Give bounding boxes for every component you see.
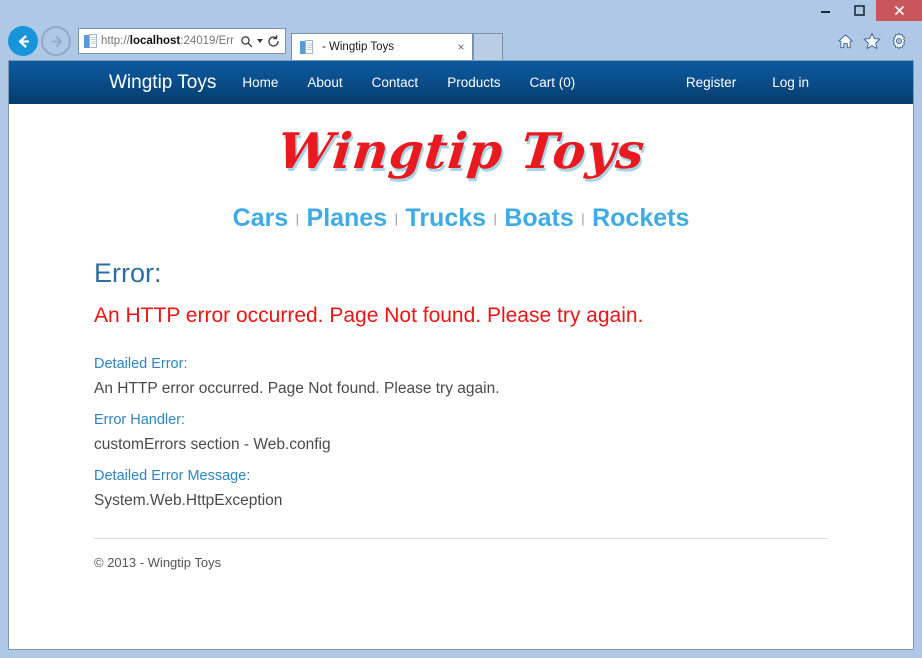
site-footer: © 2013 - Wingtip Toys xyxy=(9,539,913,570)
tab-title: - Wingtip Toys xyxy=(322,41,454,53)
site-brand[interactable]: Wingtip Toys xyxy=(109,72,216,94)
refresh-icon[interactable] xyxy=(267,35,280,48)
gear-icon[interactable] xyxy=(890,32,908,50)
home-icon[interactable] xyxy=(837,33,854,50)
category-separator: | xyxy=(493,211,496,226)
page-title: Error: xyxy=(94,257,828,291)
maximize-button[interactable] xyxy=(842,0,876,21)
new-tab-button[interactable] xyxy=(473,33,503,60)
toolbar-right-icons xyxy=(837,32,916,50)
page-icon xyxy=(84,34,97,49)
page-viewport: Wingtip Toys Home About Contact Products… xyxy=(8,60,914,650)
forward-arrow-icon xyxy=(49,34,64,49)
category-link-planes[interactable]: Planes xyxy=(307,204,388,232)
nav-item-products[interactable]: Products xyxy=(447,75,500,90)
minimize-button[interactable] xyxy=(808,0,842,21)
error-content: Error: An HTTP error occurred. Page Not … xyxy=(9,239,913,510)
category-separator: | xyxy=(395,211,398,226)
nav-item-register[interactable]: Register xyxy=(686,75,736,90)
close-button[interactable] xyxy=(876,0,922,21)
nav-item-login[interactable]: Log in xyxy=(772,75,809,90)
chevron-down-icon[interactable] xyxy=(257,39,263,43)
star-icon[interactable] xyxy=(863,32,881,50)
site-navbar: Wingtip Toys Home About Contact Products… xyxy=(9,61,913,104)
category-link-cars[interactable]: Cars xyxy=(233,204,289,232)
category-separator: | xyxy=(581,211,584,226)
category-links: Cars | Planes | Trucks | Boats | Rockets xyxy=(9,182,913,239)
detail-label-detailed-error: Detailed Error: xyxy=(94,356,828,372)
nav-item-about[interactable]: About xyxy=(307,75,342,90)
error-message: An HTTP error occurred. Page Not found. … xyxy=(94,303,828,328)
tab-strip: - Wingtip Toys × xyxy=(291,22,503,60)
title-bar xyxy=(0,0,922,22)
tab-close-icon[interactable]: × xyxy=(454,40,468,54)
detail-value-detailed-error: An HTTP error occurred. Page Not found. … xyxy=(94,380,828,398)
site-logo-container: Wingtip Toys xyxy=(9,104,913,182)
nav-item-cart[interactable]: Cart (0) xyxy=(529,75,575,90)
back-arrow-icon xyxy=(15,33,32,50)
nav-item-home[interactable]: Home xyxy=(242,75,278,90)
address-bar-icons xyxy=(240,35,282,48)
tab-page-icon xyxy=(300,40,313,55)
category-link-boats[interactable]: Boats xyxy=(504,204,573,232)
browser-toolbar: http://localhost:24019/Err - Wingtip Toy… xyxy=(0,22,922,60)
category-link-trucks[interactable]: Trucks xyxy=(405,204,486,232)
account-nav: Register Log in xyxy=(650,75,809,90)
address-bar[interactable]: http://localhost:24019/Err xyxy=(78,28,286,54)
browser-tab[interactable]: - Wingtip Toys × xyxy=(291,33,473,60)
forward-button[interactable] xyxy=(41,26,71,56)
back-button[interactable] xyxy=(8,26,38,56)
category-separator: | xyxy=(296,211,299,226)
category-link-rockets[interactable]: Rockets xyxy=(592,204,689,232)
detail-value-error-handler: customErrors section - Web.config xyxy=(94,436,828,454)
url-text: http://localhost:24019/Err xyxy=(101,35,240,47)
browser-window: http://localhost:24019/Err - Wingtip Toy… xyxy=(0,0,922,658)
detail-label-error-handler: Error Handler: xyxy=(94,412,828,428)
primary-nav: Home About Contact Products Cart (0) xyxy=(242,75,604,90)
search-icon[interactable] xyxy=(240,35,253,48)
detail-label-detailed-error-message: Detailed Error Message: xyxy=(94,468,828,484)
nav-item-contact[interactable]: Contact xyxy=(372,75,419,90)
site-logo[interactable]: Wingtip Toys xyxy=(275,122,648,180)
detail-value-detailed-error-message: System.Web.HttpException xyxy=(94,492,828,510)
